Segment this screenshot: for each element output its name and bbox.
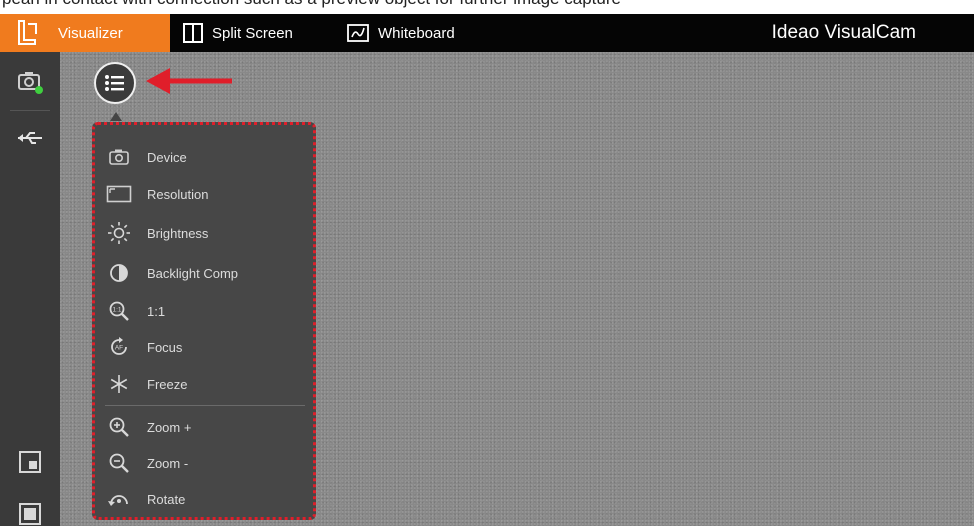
- menu-item-label: Backlight Comp: [147, 265, 239, 281]
- rotate-icon: [105, 485, 133, 513]
- whiteboard-icon: [347, 24, 369, 42]
- menu-item-backlight-comp[interactable]: Backlight Comp: [105, 259, 238, 287]
- brightness-icon: [105, 219, 133, 247]
- list-icon: [105, 75, 124, 91]
- menu-item-label: Brightness: [147, 225, 209, 241]
- camera-icon: [18, 72, 43, 94]
- menu-item-rotate[interactable]: Rotate: [105, 485, 185, 513]
- usb-icon: [18, 132, 42, 144]
- menu-item-zoom-in[interactable]: Zoom +: [105, 413, 191, 441]
- svg-text:1:1: 1:1: [112, 307, 121, 314]
- sidebar-divider: [10, 110, 50, 111]
- zoom-in-icon: [105, 413, 133, 441]
- contrast-icon: [105, 259, 133, 287]
- tab-label: Whiteboard: [378, 24, 455, 42]
- menu-item-label: Zoom -: [147, 455, 189, 471]
- app-logo: [0, 14, 56, 52]
- zoom-1to1-icon: 1:1: [105, 297, 133, 325]
- left-sidebar: [0, 52, 60, 526]
- menu-item-resolution[interactable]: Resolution: [105, 180, 208, 208]
- split-screen-icon: [183, 23, 203, 43]
- layout-icon: [19, 503, 41, 525]
- sidebar-pip-button[interactable]: [0, 450, 60, 474]
- app-title: Ideao VisualCam: [771, 22, 916, 43]
- menu-item-one-to-one[interactable]: 1:1 1:1: [105, 297, 165, 325]
- menu-item-device[interactable]: Device: [105, 143, 187, 171]
- picture-in-picture-icon: [19, 451, 41, 473]
- menu-item-label: Freeze: [147, 376, 188, 392]
- autofocus-icon: AF: [105, 333, 133, 361]
- tab-visualizer[interactable]: Visualizer: [56, 14, 170, 52]
- tab-whiteboard[interactable]: Whiteboard: [346, 14, 455, 52]
- sidebar-layout-button[interactable]: [0, 502, 60, 526]
- sidebar-camera-button[interactable]: [0, 70, 60, 94]
- menu-item-brightness[interactable]: Brightness: [105, 219, 208, 247]
- menu-item-zoom-out[interactable]: Zoom -: [105, 449, 188, 477]
- menu-toggle-button[interactable]: [94, 62, 136, 104]
- menu-item-focus[interactable]: AF Focus: [105, 333, 182, 361]
- red-arrow-annotation: [146, 68, 232, 94]
- menu-item-label: Resolution: [147, 186, 209, 202]
- snowflake-icon: [105, 370, 133, 398]
- menu-pointer: [110, 112, 122, 121]
- settings-menu: Device Resolution Brightness Backlight C…: [92, 122, 316, 520]
- top-bar: Visualizer Split Screen Whiteboard Ideao…: [0, 14, 974, 52]
- menu-divider: [105, 405, 305, 406]
- caption-text: pearl in contact with connection such as…: [0, 0, 974, 14]
- menu-item-freeze[interactable]: Freeze: [105, 370, 187, 398]
- sidebar-usb-button[interactable]: [0, 130, 60, 146]
- svg-text:AF: AF: [115, 345, 123, 352]
- zoom-out-icon: [105, 449, 133, 477]
- menu-item-label: Focus: [147, 339, 183, 355]
- menu-item-label: 1:1: [147, 303, 166, 319]
- app-logo-icon: [18, 20, 37, 45]
- camera-icon: [105, 143, 133, 171]
- menu-item-label: Rotate: [147, 491, 186, 507]
- tab-label: Split Screen: [212, 24, 293, 42]
- menu-item-label: Device: [147, 149, 187, 165]
- tab-split-screen[interactable]: Split Screen: [182, 14, 293, 52]
- resolution-icon: [105, 180, 133, 208]
- tab-label: Visualizer: [58, 24, 123, 42]
- menu-item-label: Zoom +: [147, 419, 192, 435]
